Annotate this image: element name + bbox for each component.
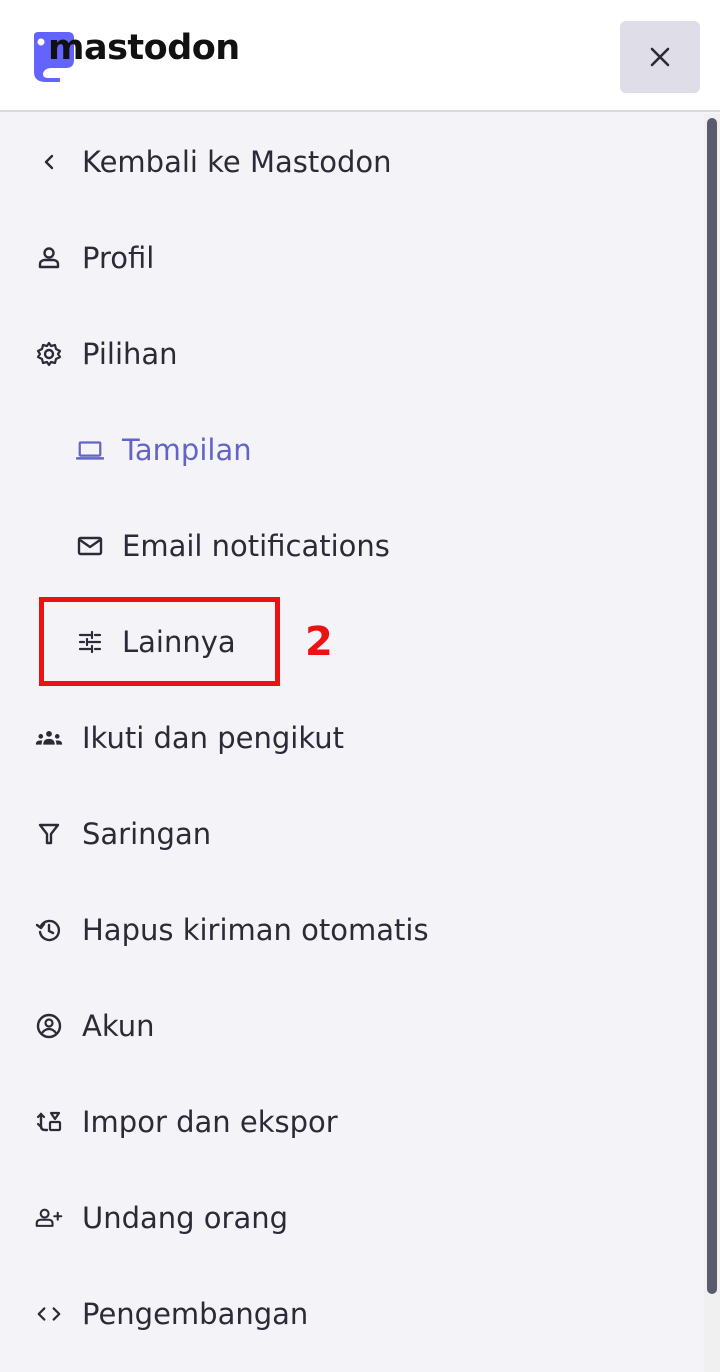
menu-item-preferences[interactable]: Pilihan — [0, 306, 700, 402]
mastodon-logo[interactable]: mastodon — [30, 28, 240, 84]
import-export-icon — [35, 1108, 63, 1136]
menu-item-invites[interactable]: Undang orang — [0, 1170, 700, 1266]
menu-item-label: Tampilan — [122, 433, 252, 467]
menu-item-back[interactable]: Kembali ke Mastodon — [0, 114, 700, 210]
menu-item-import-export[interactable]: Impor dan ekspor — [0, 1074, 700, 1170]
menu-item-label: Pilihan — [82, 337, 178, 371]
logo-text: mastodon — [48, 28, 240, 68]
person-icon — [35, 244, 63, 272]
menu-item-label: Kembali ke Mastodon — [82, 145, 392, 179]
scrollbar[interactable] — [704, 114, 720, 1372]
menu-item-label: Akun — [82, 1009, 155, 1043]
chevron-left-icon — [35, 148, 63, 176]
person-add-icon — [35, 1204, 63, 1232]
menu-item-profile[interactable]: Profil — [0, 210, 700, 306]
menu-item-filters[interactable]: Saringan — [0, 786, 700, 882]
header: mastodon — [0, 0, 720, 112]
annotation-step-number: 2 — [305, 619, 333, 665]
menu-item-email-notifications[interactable]: Email notifications — [0, 498, 700, 594]
menu-item-label: Email notifications — [122, 529, 390, 563]
account-circle-icon — [35, 1012, 63, 1040]
laptop-icon — [76, 436, 104, 464]
scrollbar-thumb[interactable] — [707, 118, 717, 1294]
menu-item-relationships[interactable]: Ikuti dan pengikut — [0, 690, 700, 786]
close-icon — [650, 47, 670, 67]
close-button[interactable] — [620, 21, 700, 93]
menu-item-appearance[interactable]: Tampilan — [0, 402, 700, 498]
menu-item-label: Undang orang — [82, 1201, 289, 1235]
menu-item-label: Hapus kiriman otomatis — [82, 913, 429, 947]
menu-item-account[interactable]: Akun — [0, 978, 700, 1074]
mail-icon — [76, 532, 104, 560]
menu-item-label: Saringan — [82, 817, 212, 851]
annotation-highlight-box — [39, 597, 280, 686]
code-icon — [35, 1300, 63, 1328]
gear-icon — [35, 340, 63, 368]
menu-item-label: Impor dan ekspor — [82, 1105, 338, 1139]
menu-item-label: Profil — [82, 241, 155, 275]
menu-item-auto-delete[interactable]: Hapus kiriman otomatis — [0, 882, 700, 978]
menu-item-label: Pengembangan — [82, 1297, 309, 1331]
history-icon — [35, 916, 63, 944]
menu-item-development[interactable]: Pengembangan — [0, 1266, 700, 1362]
menu-item-label: Ikuti dan pengikut — [82, 721, 345, 755]
group-icon — [35, 724, 63, 752]
filter-icon — [35, 820, 63, 848]
